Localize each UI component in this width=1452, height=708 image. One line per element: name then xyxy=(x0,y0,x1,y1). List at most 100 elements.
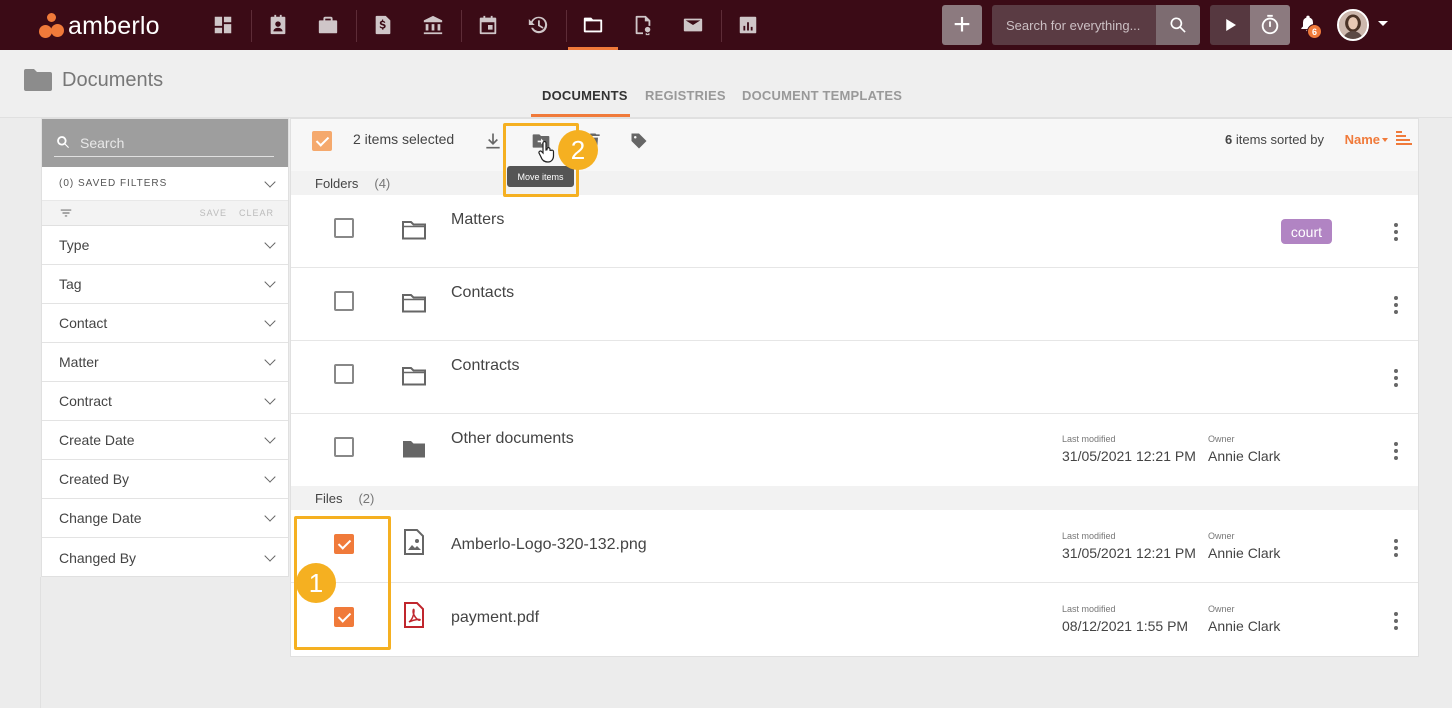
search-icon xyxy=(1170,17,1186,33)
row-more-icon[interactable] xyxy=(1394,539,1398,557)
file-name[interactable]: Amberlo-Logo-320-132.png xyxy=(451,536,647,554)
owner-value: Annie Clark xyxy=(1208,448,1281,464)
documents-icon xyxy=(583,17,603,33)
filter-create-date[interactable]: Create Date xyxy=(42,421,288,460)
active-tab-indicator xyxy=(531,114,630,117)
files-group-header: Files (2) xyxy=(291,486,1418,510)
last-modified-value: 08/12/2021 1:55 PM xyxy=(1062,618,1189,634)
nav-time-tracking[interactable] xyxy=(513,0,563,50)
nav-documents[interactable] xyxy=(568,0,618,50)
row-more-icon[interactable] xyxy=(1394,612,1398,630)
row-checkbox[interactable] xyxy=(334,218,354,238)
hand-cursor-icon xyxy=(538,141,555,163)
download-button[interactable] xyxy=(481,129,505,153)
time-history-icon xyxy=(528,16,548,34)
sort-field-dropdown[interactable]: Name xyxy=(1345,132,1380,147)
nav-matters[interactable] xyxy=(303,0,353,50)
nav-banking[interactable] xyxy=(408,0,458,50)
amberlo-logo[interactable]: amberlo xyxy=(38,10,160,42)
nav-contacts[interactable] xyxy=(253,0,303,50)
chevron-down-icon xyxy=(264,175,276,188)
tab-document-templates[interactable]: DOCUMENT TEMPLATES xyxy=(742,88,902,103)
owner-label: Owner xyxy=(1208,531,1235,541)
top-navigation-bar: amberlo + Search for everything... 6 xyxy=(0,0,1452,50)
folder-name[interactable]: Matters xyxy=(451,211,504,229)
chevron-down-icon xyxy=(264,471,276,483)
tab-documents[interactable]: DOCUMENTS xyxy=(542,88,628,103)
user-photo-icon xyxy=(1339,11,1367,39)
timer-button[interactable] xyxy=(1250,5,1290,45)
logo-text: amberlo xyxy=(68,11,160,40)
folder-row-matters[interactable]: Matters court xyxy=(291,195,1418,268)
filters-sidebar: (0) SAVED FILTERS SAVE CLEAR Type Tag Co… xyxy=(41,118,289,577)
filter-contact[interactable]: Contact xyxy=(42,304,288,343)
start-timer-button[interactable] xyxy=(1210,5,1250,45)
folder-name[interactable]: Contacts xyxy=(451,284,514,302)
selection-count: 2 items selected xyxy=(353,131,455,147)
chevron-down-icon xyxy=(264,276,276,288)
filter-created-by[interactable]: Created By xyxy=(42,460,288,499)
filter-matter[interactable]: Matter xyxy=(42,343,288,382)
file-row-payment-pdf[interactable]: payment.pdf Last modified 08/12/2021 1:5… xyxy=(291,583,1418,656)
tab-registries[interactable]: REGISTRIES xyxy=(645,88,726,103)
tag-button[interactable] xyxy=(627,129,651,153)
file-row-amberlo-logo[interactable]: Amberlo-Logo-320-132.png Last modified 3… xyxy=(291,510,1418,583)
row-more-icon[interactable] xyxy=(1394,369,1398,387)
filter-tag[interactable]: Tag xyxy=(42,265,288,304)
row-checkbox[interactable] xyxy=(334,437,354,457)
folders-group-header: Folders (4) xyxy=(291,171,1418,195)
folder-row-contracts[interactable]: Contracts xyxy=(291,341,1418,414)
notifications-button[interactable]: 6 xyxy=(1298,13,1322,39)
row-checkbox[interactable] xyxy=(334,364,354,384)
saved-filters-label: (0) SAVED FILTERS xyxy=(59,178,168,189)
chevron-down-icon xyxy=(264,237,276,249)
row-more-icon[interactable] xyxy=(1394,223,1398,241)
pdf-file-icon xyxy=(401,602,427,628)
filter-changed-by[interactable]: Changed By xyxy=(42,538,288,577)
nav-calendar[interactable] xyxy=(463,0,513,50)
matters-icon xyxy=(318,16,338,34)
row-checkbox[interactable] xyxy=(334,291,354,311)
reports-icon xyxy=(739,16,757,34)
create-new-button[interactable]: + xyxy=(942,5,982,45)
folder-row-other-documents[interactable]: Other documents Last modified 31/05/2021… xyxy=(291,414,1418,487)
folder-row-contacts[interactable]: Contacts xyxy=(291,268,1418,341)
filter-contract[interactable]: Contract xyxy=(42,382,288,421)
user-menu-caret-icon[interactable] xyxy=(1378,21,1388,26)
global-search-input[interactable] xyxy=(992,5,1156,45)
folder-name[interactable]: Contracts xyxy=(451,357,519,375)
global-search-button[interactable] xyxy=(1156,5,1200,45)
nav-mail[interactable] xyxy=(668,0,718,50)
owner-value: Annie Clark xyxy=(1208,545,1281,561)
nav-registries[interactable] xyxy=(618,0,668,50)
contacts-icon xyxy=(270,14,286,35)
nav-reports[interactable] xyxy=(723,0,773,50)
folder-icon xyxy=(24,69,52,91)
folder-name[interactable]: Other documents xyxy=(451,430,574,448)
filter-type[interactable]: Type xyxy=(42,226,288,265)
folder-filled-icon xyxy=(401,436,427,462)
row-more-icon[interactable] xyxy=(1394,296,1398,314)
folder-outline-icon xyxy=(401,217,427,243)
file-name[interactable]: payment.pdf xyxy=(451,609,539,627)
sort-order-icon[interactable] xyxy=(1396,131,1412,145)
save-filter-button[interactable]: SAVE xyxy=(200,208,227,218)
nav-invoices[interactable] xyxy=(358,0,408,50)
registries-icon xyxy=(635,15,651,36)
sidebar-search xyxy=(42,119,288,167)
owner-label: Owner xyxy=(1208,434,1235,444)
chevron-down-icon xyxy=(264,510,276,522)
last-modified-label: Last modified xyxy=(1062,434,1116,444)
tag-badge-court[interactable]: court xyxy=(1280,219,1332,244)
nav-dashboard[interactable] xyxy=(198,0,248,50)
saved-filters-dropdown[interactable]: (0) SAVED FILTERS xyxy=(42,167,288,201)
row-more-icon[interactable] xyxy=(1394,442,1398,460)
page-title: Documents xyxy=(62,68,164,91)
sidebar-search-input[interactable] xyxy=(54,129,274,157)
clear-filter-button[interactable]: CLEAR xyxy=(239,208,274,218)
stopwatch-icon xyxy=(1261,14,1279,35)
user-avatar[interactable] xyxy=(1337,9,1369,41)
select-all-checkbox[interactable] xyxy=(312,131,332,151)
filter-change-date[interactable]: Change Date xyxy=(42,499,288,538)
filter-list-icon[interactable] xyxy=(59,206,73,220)
